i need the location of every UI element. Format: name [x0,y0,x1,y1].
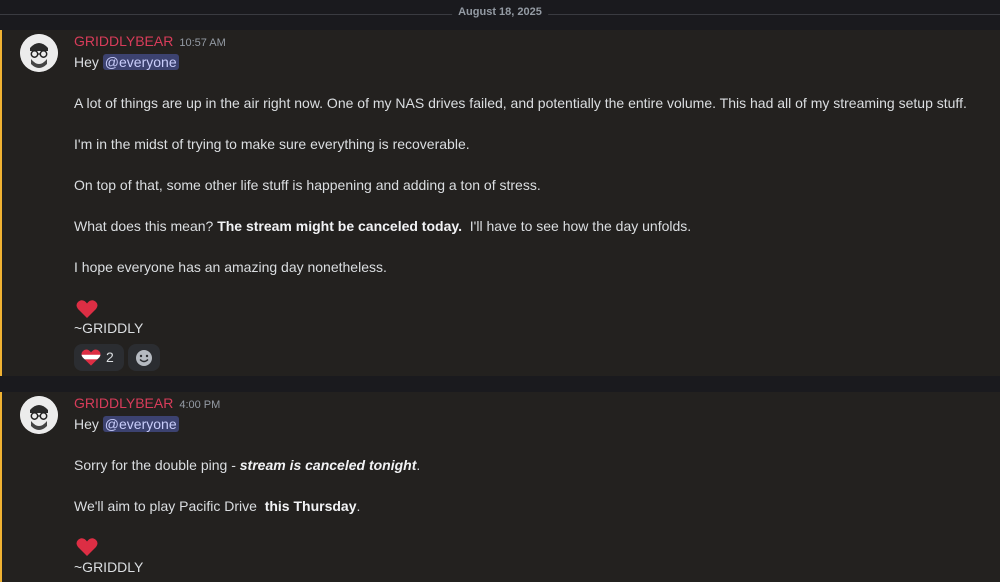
message-paragraph: I hope everyone has an amazing day nonet… [74,259,387,275]
avatar[interactable] [20,396,58,434]
message-paragraph: A lot of things are up in the air right … [74,95,967,111]
avatar[interactable] [20,34,58,72]
message-header: GRIDDLYBEAR 10:57 AM [74,33,226,51]
text-span: I'll have to see how the day unfolds. [469,218,692,234]
text-span: What does this mean? [74,218,214,234]
reaction-count: 2 [106,349,114,365]
bold-text: this Thursday [264,498,357,514]
greeting-text: Hey [74,54,99,70]
bold-text: The stream might be canceled today. [217,218,462,234]
signoff: ~GRIDDLY [74,320,144,336]
mention-everyone[interactable]: @everyone [102,54,179,70]
striped-heart-icon [81,349,101,366]
text-span: Sorry for the double ping - [74,457,236,473]
signoff: ~GRIDDLY [74,559,144,575]
mention-everyone[interactable]: @everyone [102,416,179,432]
timestamp[interactable]: 4:00 PM [179,399,220,411]
text-span: We'll aim to play Pacific Drive [74,498,257,514]
reaction-heart[interactable]: 2 [74,344,124,371]
message[interactable]: GRIDDLYBEAR 10:57 AM Hey @everyone A lot … [0,30,1000,376]
text-span: . [416,457,421,473]
text-span: . [356,498,361,514]
message-paragraph: On top of that, some other life stuff is… [74,177,541,193]
greeting-text: Hey [74,416,99,432]
message-line: Hey @everyone [74,416,179,432]
red-heart-icon [76,300,98,318]
red-heart-icon [76,538,98,556]
add-reaction-button[interactable] [128,344,160,371]
bold-italic-text: stream is canceled tonight [239,457,417,473]
timestamp[interactable]: 10:57 AM [179,37,225,49]
username[interactable]: GRIDDLYBEAR [74,395,173,411]
message-header: GRIDDLYBEAR 4:00 PM [74,395,220,413]
date-label: August 18, 2025 [452,6,548,18]
message-paragraph: I'm in the midst of trying to make sure … [74,136,470,152]
message-line: Hey @everyone [74,54,179,70]
message-paragraph: Sorry for the double ping - stream is ca… [74,457,420,473]
message-paragraph: What does this mean? The stream might be… [74,218,691,234]
add-reaction-icon [136,350,152,366]
date-divider: August 18, 2025 [0,0,1000,30]
username[interactable]: GRIDDLYBEAR [74,33,173,49]
message[interactable]: GRIDDLYBEAR 4:00 PM Hey @everyone Sorry f… [0,392,1000,582]
message-paragraph: We'll aim to play Pacific Drive this Thu… [74,498,360,514]
